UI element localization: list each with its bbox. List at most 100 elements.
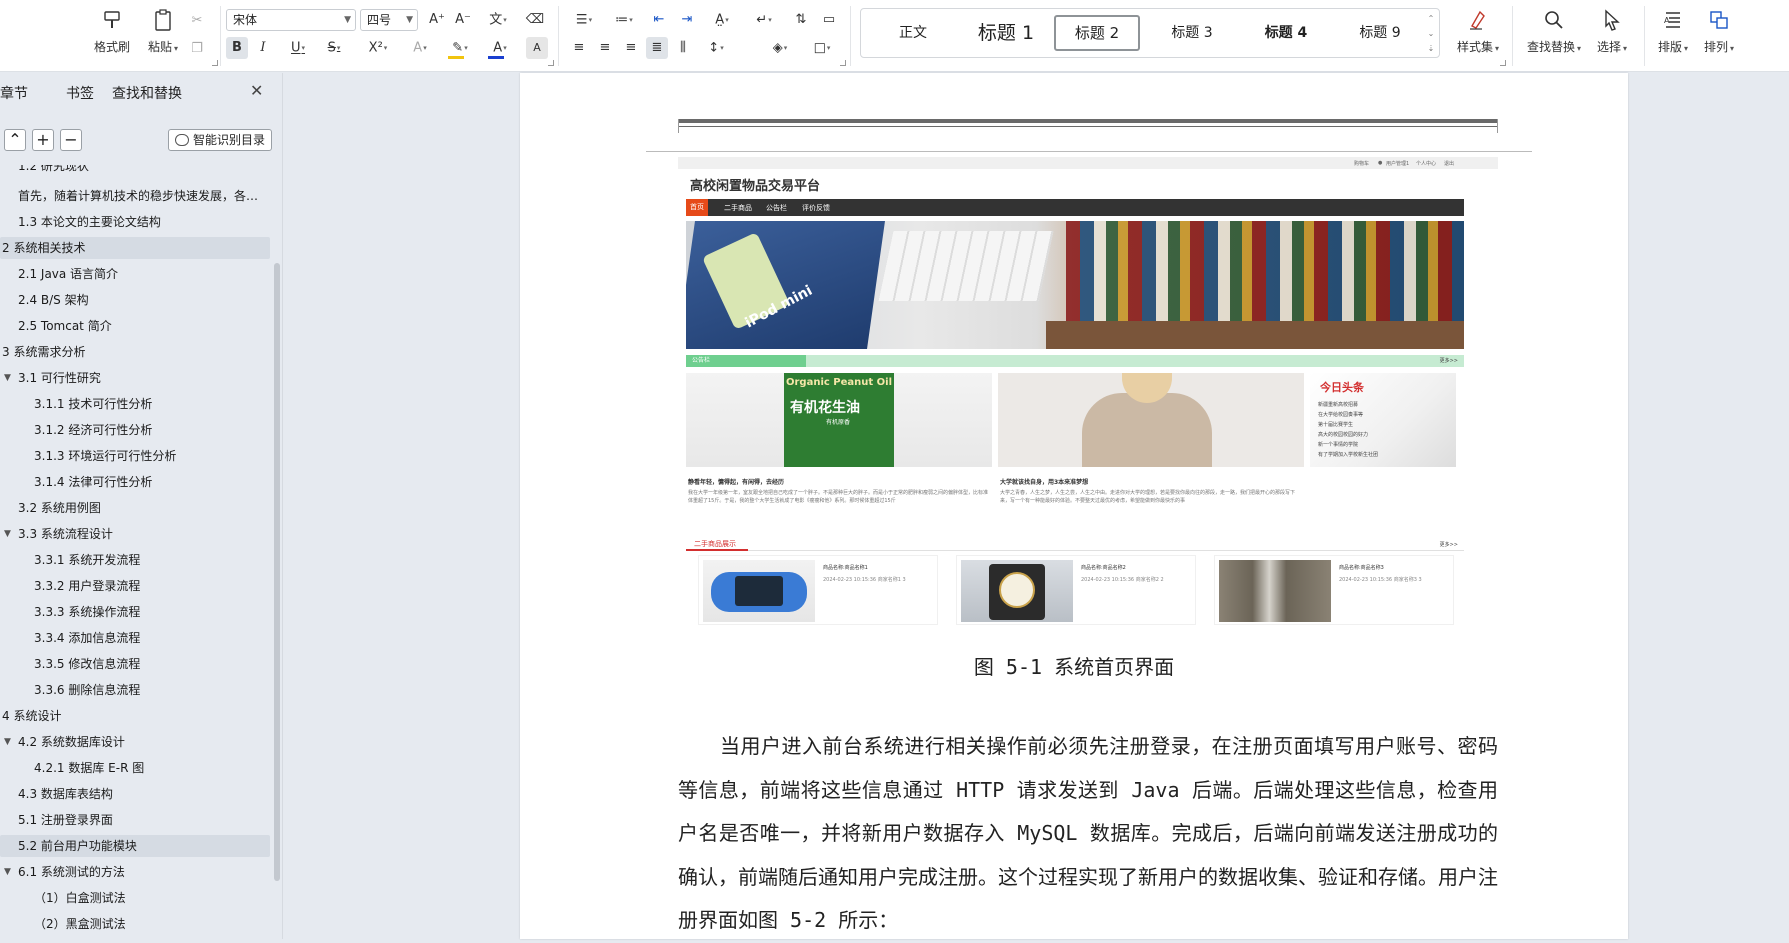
styles-scroll[interactable]: ⌃ ⌄ ⇣ <box>1425 11 1437 57</box>
clock-face <box>999 572 1035 608</box>
shrink-font-icon[interactable]: A⁻ <box>452 9 474 31</box>
nav-item[interactable]: ▼ 6.1 系统测试的方法 <box>0 861 270 883</box>
chevron-down-icon: ▾ <box>174 44 179 53</box>
nav-item[interactable]: 3.3.1 系统开发流程 <box>0 549 270 571</box>
justify-icon[interactable]: ≣ <box>646 37 668 59</box>
expand-triangle-icon[interactable]: ▼ <box>4 367 11 389</box>
paragraph-settings-icon[interactable] <box>840 60 846 66</box>
nav-item[interactable]: 3.3.2 用户登录流程 <box>0 575 270 597</box>
nav-scrollbar[interactable] <box>274 263 280 881</box>
line-spacing-icon[interactable]: ↕▾ <box>700 37 732 59</box>
expand-gallery-icon[interactable]: ⇣ <box>1425 41 1437 56</box>
distributed-icon[interactable]: ⫼ <box>672 37 694 59</box>
character-shading-icon[interactable]: A <box>526 37 548 59</box>
smart-toc-button[interactable]: 智能识别目录 <box>168 129 272 151</box>
align-center-icon[interactable]: ≡ <box>594 37 616 59</box>
line-break-icon[interactable]: ↵▾ <box>748 9 780 31</box>
nav-item[interactable]: 首先，随着计算机技术的稳步快速发展，各行各业 <box>0 185 270 207</box>
clipboard-settings-icon[interactable] <box>212 60 218 66</box>
style-set-button[interactable]: 样式集 ▾ <box>1450 8 1506 62</box>
nav-item[interactable]: ▼ 4.2 系统数据库设计 <box>0 731 270 753</box>
text-direction-icon[interactable]: A̤▾ <box>706 9 738 31</box>
nav-item[interactable]: 4.2.1 数据库 E-R 图 <box>0 757 270 779</box>
underline-button[interactable]: U▾ <box>282 37 314 59</box>
style-heading-4[interactable]: 标题 4 <box>1243 15 1329 51</box>
style-normal[interactable]: 正文 <box>875 15 951 51</box>
nav-item[interactable]: 3.3.6 删除信息流程 <box>0 679 270 701</box>
nav-item[interactable]: 1.2 研究现状 <box>0 165 270 177</box>
nav-item[interactable]: （2）黑盒测试法 <box>0 913 270 935</box>
nav-item[interactable]: 3.2 系统用例图 <box>0 497 270 519</box>
nav-item[interactable]: 3.3.4 添加信息流程 <box>0 627 270 649</box>
font-size-select[interactable]: 四号 ▼ <box>360 9 418 31</box>
nav-item[interactable]: 2.4 B/S 架构 <box>0 289 270 311</box>
nav-item[interactable]: 3.3.5 修改信息流程 <box>0 653 270 675</box>
collapse-up-icon[interactable]: ⌃ <box>4 129 26 151</box>
find-replace-button[interactable]: 查找替换 ▾ <box>1522 8 1586 62</box>
cut-icon[interactable]: ✂ <box>186 10 208 32</box>
expand-triangle-icon[interactable]: ▼ <box>4 731 11 753</box>
nav-item[interactable]: 3.1.3 环境运行可行性分析 <box>0 445 270 467</box>
tab-find-replace[interactable]: 查找和替换 <box>112 83 182 103</box>
grow-font-icon[interactable]: A⁺ <box>426 9 448 31</box>
align-right-icon[interactable]: ≡ <box>620 37 642 59</box>
font-settings-icon[interactable] <box>548 60 554 66</box>
italic-button[interactable]: I <box>252 37 274 59</box>
superscript-button[interactable]: X²▾ <box>362 37 394 59</box>
nav-item[interactable]: 2 系统相关技术 <box>0 237 270 259</box>
scroll-up-icon[interactable]: ⌃ <box>1425 11 1437 26</box>
nav-item[interactable]: 3.1.4 法律可行性分析 <box>0 471 270 493</box>
font-name-select[interactable]: 宋体 ▼ <box>226 9 356 31</box>
arrange-button[interactable]: 排列 ▾ <box>1698 8 1740 62</box>
increase-indent-icon[interactable]: ⇥ <box>676 9 698 31</box>
phonetic-guide-icon[interactable]: 文▾ <box>482 9 514 31</box>
sort-icon[interactable]: ⇅ <box>790 9 812 31</box>
decrease-indent-icon[interactable]: ⇤ <box>648 9 670 31</box>
tab-bookmarks[interactable]: 书签 <box>66 83 94 103</box>
nav-item[interactable]: 3.1.2 经济可行性分析 <box>0 419 270 441</box>
nav-item[interactable]: 5.2 前台用户功能模块 <box>0 835 270 857</box>
expand-triangle-icon[interactable]: ▼ <box>4 523 11 545</box>
nav-item[interactable]: ▼ 3.1 可行性研究 <box>0 367 270 389</box>
border-icon[interactable]: □▾ <box>806 37 838 59</box>
close-icon[interactable]: ✕ <box>250 81 263 100</box>
nav-item[interactable]: 4.3 数据库表结构 <box>0 783 270 805</box>
remove-heading-icon[interactable]: − <box>60 129 82 151</box>
nav-item[interactable]: 5.1 注册登录界面 <box>0 809 270 831</box>
body-paragraph[interactable]: 当用户进入前台系统进行相关操作前必须先注册登录，在注册页面填写用户账号、密码等信… <box>678 725 1498 943</box>
nav-item[interactable]: 1.3 本论文的主要论文结构 <box>0 211 270 233</box>
bold-button[interactable]: B <box>226 37 248 59</box>
nav-item[interactable]: 3 系统需求分析 <box>0 341 270 363</box>
paste-button[interactable]: 粘贴 ▾ <box>138 8 188 62</box>
text-effect-icon[interactable]: A▾ <box>404 37 436 59</box>
shading-icon[interactable]: ◈▾ <box>764 37 796 59</box>
nav-item[interactable]: 3.1.1 技术可行性分析 <box>0 393 270 415</box>
nav-item[interactable]: ▼ 3.3 系统流程设计 <box>0 523 270 545</box>
nav-item[interactable]: 2.1 Java 语言简介 <box>0 263 270 285</box>
bullet-list-icon[interactable]: ☰▾ <box>568 9 600 31</box>
strikethrough-button[interactable]: S▾ <box>318 37 350 59</box>
style-heading-9[interactable]: 标题 9 <box>1337 15 1423 51</box>
format-painter-button[interactable]: 格式刷 <box>90 8 134 62</box>
add-heading-icon[interactable]: + <box>32 129 54 151</box>
expand-triangle-icon[interactable]: ▼ <box>4 861 11 883</box>
style-heading-1[interactable]: 标题 1 <box>961 15 1051 51</box>
nav-item[interactable]: 2.5 Tomcat 简介 <box>0 315 270 337</box>
clear-format-icon[interactable]: ⌫ <box>524 9 546 31</box>
style-heading-2[interactable]: 标题 2 <box>1054 15 1140 51</box>
nav-item[interactable]: 3.3.3 系统操作流程 <box>0 601 270 623</box>
copy-icon[interactable]: ❐ <box>186 38 208 60</box>
tab-chapters[interactable]: 章节 <box>0 83 28 103</box>
style-heading-3[interactable]: 标题 3 <box>1149 15 1235 51</box>
numbered-list-icon[interactable]: ≔▾ <box>608 9 640 31</box>
layout-button[interactable]: A 排版 ▾ <box>1652 8 1694 62</box>
nav-item[interactable]: 4 系统设计 <box>0 705 270 727</box>
document-canvas: 购物车 ● 用户管理1 个人中心 退出 高校闲置物品交易平台 首页 二手商品 公… <box>284 73 1789 939</box>
show-marks-icon[interactable]: ▭ <box>818 9 840 31</box>
nav-item[interactable]: （1）白盒测试法 <box>0 887 270 909</box>
align-left-icon[interactable]: ≡ <box>568 37 590 59</box>
styles-settings-icon[interactable] <box>1500 60 1506 66</box>
select-button[interactable]: 选择 ▾ <box>1592 8 1632 62</box>
figure-image[interactable]: 购物车 ● 用户管理1 个人中心 退出 高校闲置物品交易平台 首页 二手商品 公… <box>678 157 1498 645</box>
scroll-down-icon[interactable]: ⌄ <box>1425 26 1437 41</box>
